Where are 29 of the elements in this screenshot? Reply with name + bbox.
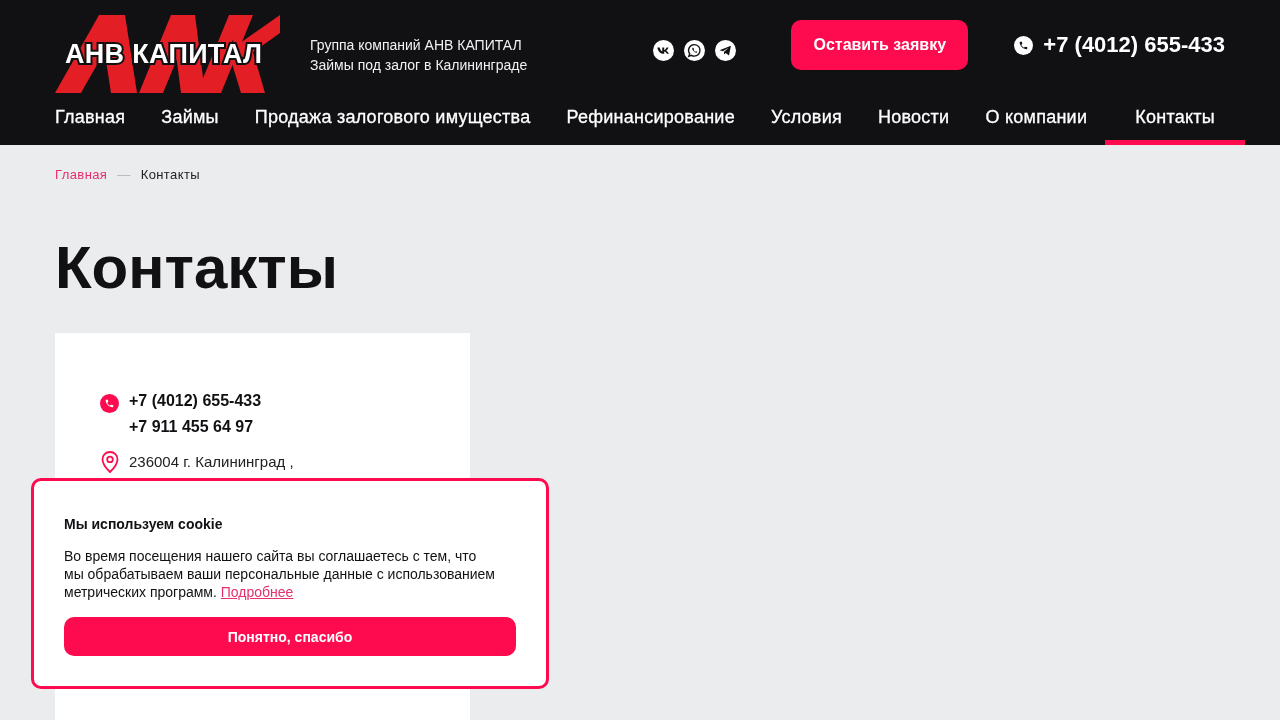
- phone-icon: [100, 394, 119, 413]
- nav-tab[interactable]: Контакты: [1105, 100, 1245, 145]
- breadcrumb-current: Контакты: [140, 167, 201, 183]
- phone-link[interactable]: +7 (4012) 655-433: [1043, 32, 1225, 58]
- nav-tab[interactable]: Главная: [37, 100, 144, 145]
- breadcrumb-link[interactable]: Главная: [55, 167, 108, 183]
- nav-tab[interactable]: Условия: [752, 100, 860, 145]
- nav-tab[interactable]: О компании: [967, 100, 1106, 145]
- request-button[interactable]: Оставить заявку: [791, 20, 969, 70]
- nav-tab[interactable]: Рефинансирование: [548, 100, 753, 145]
- vk-icon[interactable]: [653, 40, 675, 61]
- accept-button[interactable]: Понятно, спасибо: [64, 617, 516, 656]
- address-text: 236004 г. Калининград ,: [129, 452, 294, 472]
- telegram-icon[interactable]: [715, 40, 737, 61]
- phone-link[interactable]: +7 911 455 64 97: [129, 414, 254, 440]
- tagline-text: Группа компаний АНВ КАПИТАЛ: [310, 36, 523, 55]
- page-title: Контакты: [55, 233, 338, 303]
- location-pin-icon: [101, 451, 119, 473]
- breadcrumb-separator: —: [117, 167, 131, 183]
- whatsapp-icon[interactable]: [684, 40, 706, 61]
- cookie-text: Во время посещения нашего сайта вы соглашаетесь с тем, что мы обрабатываем ваши персональные данные с использованием метрических программ. Подробнее: [64, 547, 496, 601]
- phone-link[interactable]: +7 (4012) 655-433: [129, 388, 262, 414]
- nav-tab[interactable]: Новости: [860, 100, 968, 145]
- nav-tab[interactable]: Продажа залогового имущества: [236, 100, 549, 145]
- tagline-text: Займы под залог в Калининграде: [310, 56, 528, 75]
- more-link[interactable]: Подробнее: [220, 584, 294, 600]
- nav-tab[interactable]: Займы: [143, 100, 237, 145]
- cookie-title: Мы используем cookie: [64, 515, 223, 533]
- phone-icon: [1014, 35, 1034, 55]
